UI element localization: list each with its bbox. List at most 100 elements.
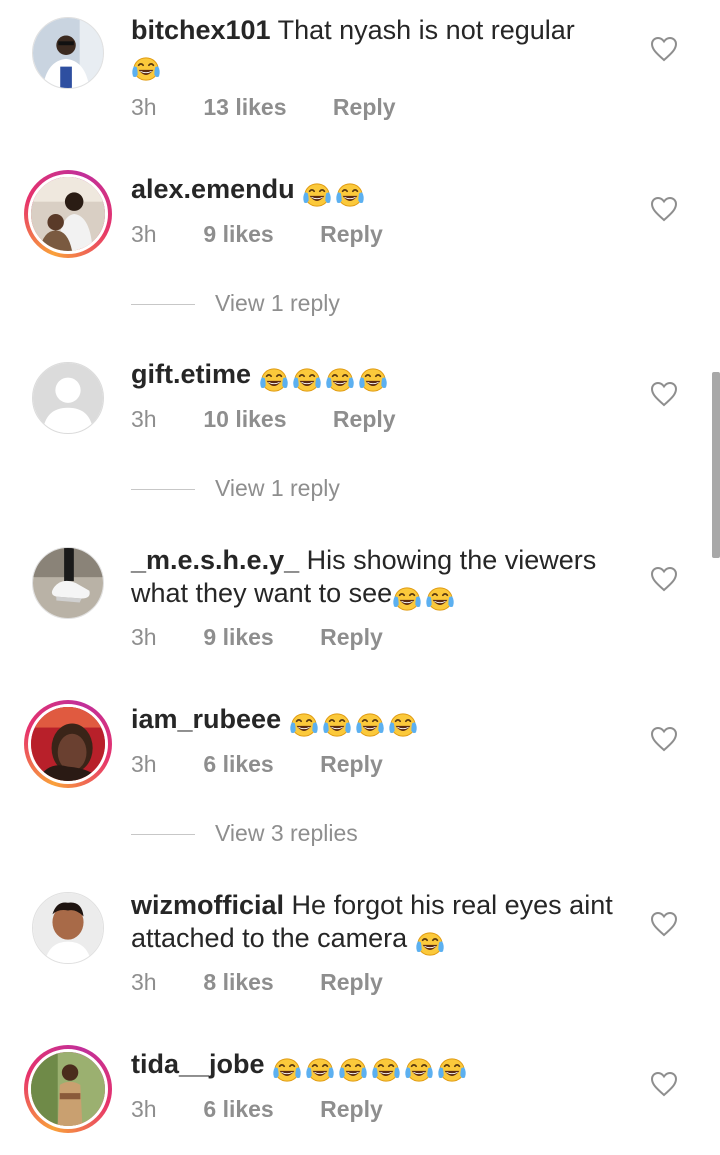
face-with-tears-of-joy-icon [131, 56, 161, 82]
likes-count[interactable]: 6 likes [203, 751, 273, 778]
emoji-group [415, 926, 448, 959]
avatar-placeholder[interactable] [32, 362, 104, 434]
likes-count[interactable]: 13 likes [203, 94, 286, 121]
emoji-group [272, 1052, 470, 1085]
reply-button[interactable]: Reply [320, 221, 383, 248]
username[interactable]: iam_rubeee [131, 704, 281, 734]
view-replies-button[interactable]: View 1 reply [131, 290, 340, 317]
likes-count[interactable]: 9 likes [203, 221, 273, 248]
face-with-tears-of-joy-icon [305, 1057, 335, 1083]
heart-outline-icon[interactable] [650, 1071, 678, 1097]
profile-photo [31, 177, 105, 251]
avatar[interactable] [32, 547, 104, 619]
avatar-with-story-ring[interactable] [24, 170, 112, 258]
likes-count[interactable]: 9 likes [203, 624, 273, 651]
face-with-tears-of-joy-icon [437, 1057, 467, 1083]
face-with-tears-of-joy-icon [338, 1057, 368, 1083]
face-with-tears-of-joy-icon [325, 367, 355, 393]
timestamp: 3h [131, 751, 157, 777]
heart-outline-icon[interactable] [650, 196, 678, 222]
likes-count[interactable]: 10 likes [203, 406, 286, 433]
timestamp: 3h [131, 221, 157, 247]
reply-button[interactable]: Reply [320, 624, 383, 651]
reply-button[interactable]: Reply [320, 751, 383, 778]
comment-text: iam_rubeee [131, 703, 631, 740]
username[interactable]: bitchex101 [131, 15, 271, 45]
heart-outline-icon[interactable] [650, 36, 678, 62]
comment-text: gift.etime [131, 358, 631, 395]
username[interactable]: _m.e.s.h.e.y_ [131, 545, 299, 575]
emoji-group [392, 581, 458, 614]
reply-button[interactable]: Reply [333, 94, 396, 121]
view-replies-button[interactable]: View 3 replies [131, 820, 358, 847]
comment-meta: 3h 9 likes Reply [131, 624, 383, 651]
reply-button[interactable]: Reply [333, 406, 396, 433]
view-replies-label: View 1 reply [215, 290, 340, 316]
reply-button[interactable]: Reply [320, 1096, 383, 1123]
divider-line [131, 834, 195, 836]
avatar-with-story-ring[interactable] [24, 700, 112, 788]
username[interactable]: tida__jobe [131, 1049, 265, 1079]
face-with-tears-of-joy-icon [371, 1057, 401, 1083]
face-with-tears-of-joy-icon [289, 712, 319, 738]
heart-outline-icon[interactable] [650, 381, 678, 407]
profile-photo [33, 18, 103, 88]
profile-photo [31, 707, 105, 781]
face-with-tears-of-joy-icon [302, 182, 332, 208]
avatar-with-story-ring[interactable] [24, 1045, 112, 1133]
timestamp: 3h [131, 406, 157, 432]
comment-body: That nyash is not regular [277, 15, 575, 45]
avatar[interactable] [32, 17, 104, 89]
emoji-group [131, 51, 164, 84]
comment-text: _m.e.s.h.e.y_ His showing the viewers wh… [131, 544, 631, 614]
comment-meta: 3h 6 likes Reply [131, 751, 383, 778]
face-with-tears-of-joy-icon [322, 712, 352, 738]
face-with-tears-of-joy-icon [355, 712, 385, 738]
face-with-tears-of-joy-icon [388, 712, 418, 738]
view-replies-button[interactable]: View 1 reply [131, 475, 340, 502]
scrollbar[interactable] [712, 372, 720, 558]
likes-count[interactable]: 8 likes [203, 969, 273, 996]
default-profile-icon [33, 363, 103, 433]
face-with-tears-of-joy-icon [404, 1057, 434, 1083]
timestamp: 3h [131, 94, 157, 120]
likes-count[interactable]: 6 likes [203, 1096, 273, 1123]
view-replies-label: View 3 replies [215, 820, 358, 846]
face-with-tears-of-joy-icon [272, 1057, 302, 1083]
profile-photo [31, 1052, 105, 1126]
divider-line [131, 304, 195, 306]
profile-photo [33, 548, 103, 618]
timestamp: 3h [131, 624, 157, 650]
comment-text: bitchex101 That nyash is not regular [131, 14, 631, 84]
face-with-tears-of-joy-icon [259, 367, 289, 393]
timestamp: 3h [131, 1096, 157, 1122]
emoji-group [289, 707, 421, 740]
comment-text: wizmofficial He forgot his real eyes ain… [131, 889, 631, 959]
username[interactable]: alex.emendu [131, 174, 295, 204]
face-with-tears-of-joy-icon [415, 931, 445, 957]
avatar[interactable] [32, 892, 104, 964]
emoji-group [259, 362, 391, 395]
timestamp: 3h [131, 969, 157, 995]
heart-outline-icon[interactable] [650, 566, 678, 592]
comment-text: alex.emendu [131, 173, 631, 210]
comment-text: tida__jobe [131, 1048, 631, 1085]
view-replies-label: View 1 reply [215, 475, 340, 501]
divider-line [131, 489, 195, 491]
face-with-tears-of-joy-icon [292, 367, 322, 393]
face-with-tears-of-joy-icon [358, 367, 388, 393]
profile-photo [33, 893, 103, 963]
reply-button[interactable]: Reply [320, 969, 383, 996]
face-with-tears-of-joy-icon [392, 586, 422, 612]
comment-meta: 3h 8 likes Reply [131, 969, 383, 996]
face-with-tears-of-joy-icon [425, 586, 455, 612]
comment-meta: 3h 10 likes Reply [131, 406, 396, 433]
face-with-tears-of-joy-icon [335, 182, 365, 208]
comment-meta: 3h 13 likes Reply [131, 94, 396, 121]
username[interactable]: gift.etime [131, 359, 251, 389]
emoji-group [302, 177, 368, 210]
heart-outline-icon[interactable] [650, 726, 678, 752]
comment-meta: 3h 9 likes Reply [131, 221, 383, 248]
heart-outline-icon[interactable] [650, 911, 678, 937]
username[interactable]: wizmofficial [131, 890, 284, 920]
